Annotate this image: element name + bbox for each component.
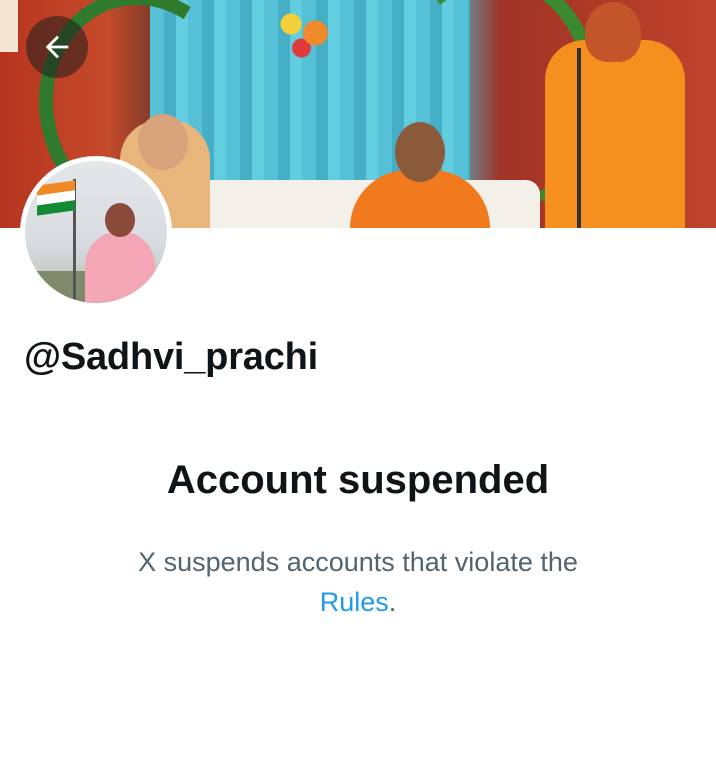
banner-flowers <box>270 0 340 60</box>
suspension-title: Account suspended <box>166 458 550 502</box>
arrow-left-icon <box>45 35 69 59</box>
avatar-person <box>85 203 155 303</box>
rules-link[interactable]: Rules <box>320 587 389 617</box>
suspension-message: X suspends accounts that violate the Rul… <box>0 542 716 622</box>
avatar[interactable] <box>20 156 172 308</box>
profile-handle: @Sadhvi_prachi <box>24 336 319 378</box>
back-button[interactable] <box>26 16 88 78</box>
banner-person-right <box>545 2 685 228</box>
banner-sign-left <box>0 0 18 52</box>
suspension-message-period: . <box>388 587 397 617</box>
suspension-message-text: X suspends accounts that violate the <box>138 547 578 577</box>
avatar-flag <box>37 180 75 216</box>
banner-microphone-stand <box>577 48 581 228</box>
avatar-photo <box>25 161 167 303</box>
